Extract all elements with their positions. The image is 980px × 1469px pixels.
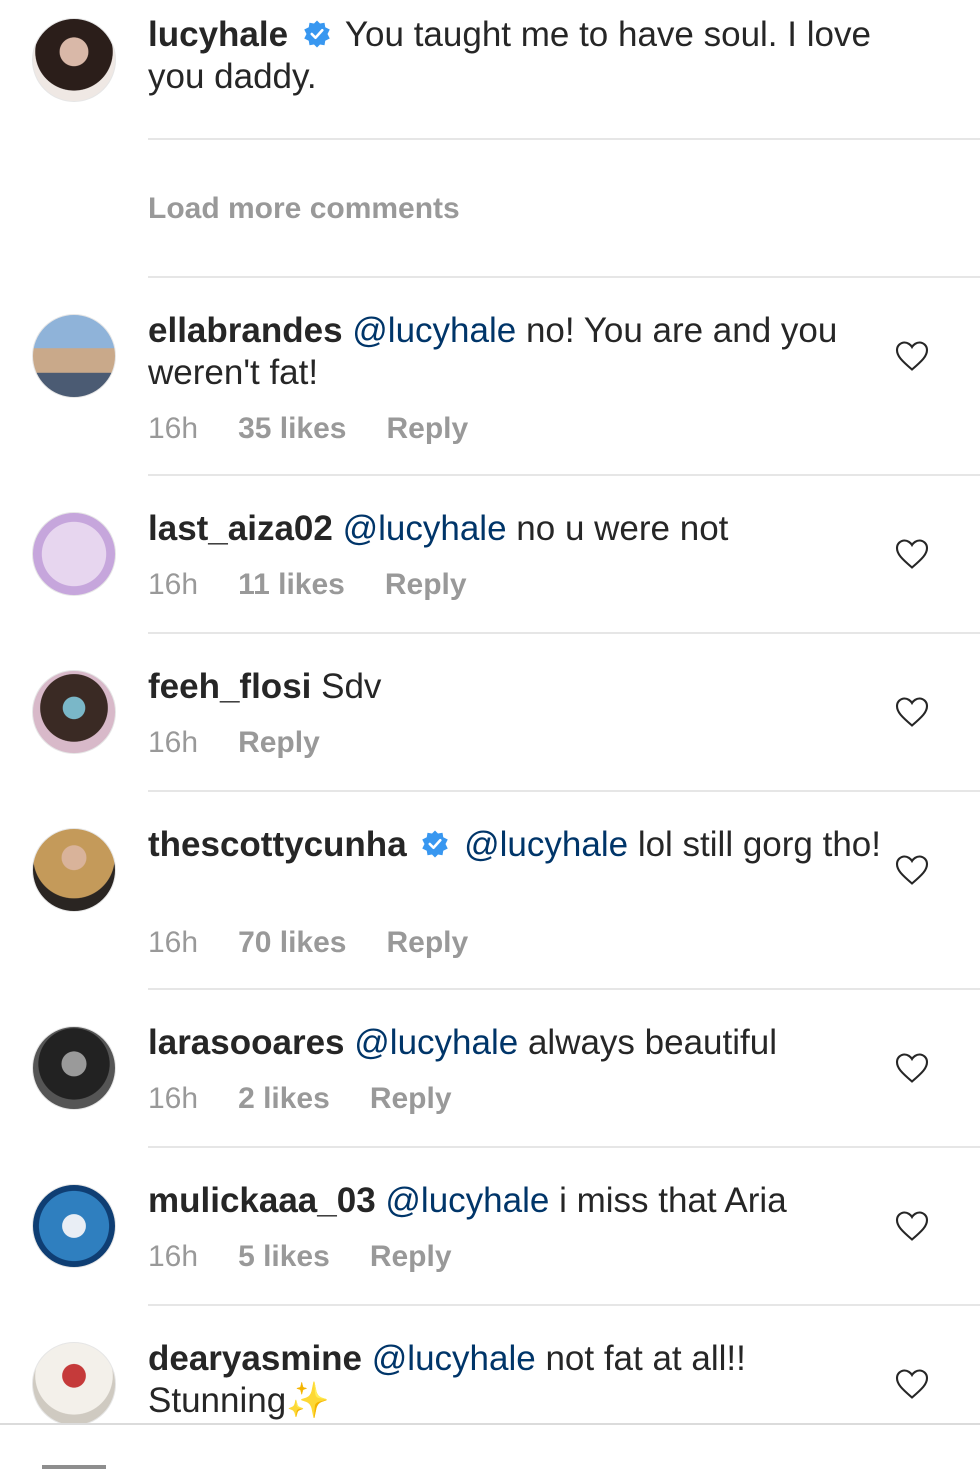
comment-meta: 16h 11 likes Reply	[148, 568, 507, 602]
comment-time: 16h	[148, 1240, 199, 1273]
comment-body: always beautiful	[527, 1023, 777, 1062]
comment-meta: 16h 35 likes Reply	[148, 412, 508, 446]
comment-likes[interactable]: 11 likes	[238, 568, 345, 601]
avatar[interactable]	[32, 314, 116, 398]
comment-likes[interactable]: 35 likes	[238, 412, 346, 445]
comment-meta: 16h 70 likes Reply	[148, 926, 508, 960]
comment-mention[interactable]: @lucyhale	[354, 1023, 518, 1062]
divider	[148, 632, 980, 634]
comment-username[interactable]: mulickaaa_03	[148, 1181, 376, 1220]
avatar[interactable]	[32, 828, 116, 912]
comment-time: 16h	[148, 1082, 199, 1115]
comment-text: ellabrandes @lucyhale no! You are and yo…	[148, 310, 910, 394]
reply-button[interactable]: Reply	[370, 1082, 452, 1115]
comment-text: thescottycunha @lucyhale lol still gorg …	[148, 824, 910, 866]
reply-button[interactable]: Reply	[387, 412, 469, 445]
comment-mention[interactable]: @lucyhale	[343, 509, 507, 548]
comment-mention[interactable]: @lucyhale	[372, 1339, 536, 1378]
comment-username[interactable]: larasooares	[148, 1023, 345, 1062]
comment-meta: 16h 2 likes Reply	[148, 1082, 492, 1116]
heart-icon[interactable]	[894, 852, 930, 888]
divider	[148, 790, 980, 792]
comment-mention[interactable]: @lucyhale	[464, 825, 628, 864]
comment-meta: 16h Reply	[148, 726, 360, 760]
avatar[interactable]	[32, 18, 116, 102]
comment-time: 16h	[148, 412, 199, 445]
heart-icon[interactable]	[894, 1050, 930, 1086]
heart-icon[interactable]	[894, 338, 930, 374]
divider	[148, 988, 980, 990]
comment-text: mulickaaa_03 @lucyhale i miss that Aria	[148, 1180, 910, 1222]
comments-list[interactable]: lucyhale You taught me to have soul. I l…	[0, 0, 980, 1423]
reply-button[interactable]: Reply	[370, 1240, 452, 1273]
comment-mention[interactable]: @lucyhale	[352, 311, 516, 350]
comment-text: larasooares @lucyhale always beautiful	[148, 1022, 910, 1064]
avatar[interactable]	[32, 512, 116, 596]
avatar[interactable]	[32, 1026, 116, 1110]
heart-icon[interactable]	[894, 536, 930, 572]
comment-time: 16h	[148, 568, 199, 601]
caption-text: lucyhale You taught me to have soul. I l…	[148, 14, 910, 98]
comment-time: 16h	[148, 926, 199, 959]
comment-text: dearyasmine @lucyhale not fat at all!! S…	[148, 1338, 910, 1422]
comment-meta: 16h 5 likes Reply	[148, 1240, 492, 1274]
divider	[148, 1146, 980, 1148]
reply-button[interactable]: Reply	[238, 726, 320, 759]
verified-badge-icon	[422, 830, 449, 858]
comment-likes[interactable]: 2 likes	[238, 1082, 330, 1115]
comment-username[interactable]: last_aiza02	[148, 509, 333, 548]
comment-username[interactable]: thescottycunha	[148, 825, 407, 864]
comment-body: i miss that Aria	[559, 1181, 787, 1220]
divider	[148, 1304, 980, 1306]
comment-body: no u were not	[516, 509, 729, 548]
verified-badge-icon	[304, 20, 330, 48]
reply-button[interactable]: Reply	[387, 926, 469, 959]
divider	[148, 474, 980, 476]
comment-likes[interactable]: 5 likes	[238, 1240, 330, 1273]
comment-mention[interactable]: @lucyhale	[385, 1181, 549, 1220]
comment-username[interactable]: dearyasmine	[148, 1339, 362, 1378]
bottom-bar	[0, 1423, 980, 1469]
comment-likes[interactable]: 70 likes	[238, 926, 346, 959]
comment-time: 16h	[148, 726, 199, 759]
divider	[148, 276, 980, 278]
load-more-comments-button[interactable]: Load more comments	[148, 192, 460, 226]
heart-icon[interactable]	[894, 1366, 930, 1402]
comment-body: lol still gorg tho!	[637, 825, 881, 864]
comment-username[interactable]: feeh_flosi	[148, 667, 311, 706]
comment-text: feeh_flosi Sdv	[148, 666, 910, 708]
comment-username[interactable]: ellabrandes	[148, 311, 343, 350]
avatar[interactable]	[32, 1184, 116, 1268]
heart-icon[interactable]	[894, 694, 930, 730]
caption-username[interactable]: lucyhale	[148, 15, 288, 54]
reply-button[interactable]: Reply	[385, 568, 467, 601]
divider	[148, 138, 980, 140]
heart-icon[interactable]	[894, 1208, 930, 1244]
avatar[interactable]	[32, 1342, 116, 1423]
avatar[interactable]	[32, 670, 116, 754]
comment-body: Sdv	[321, 667, 382, 706]
comment-text: last_aiza02 @lucyhale no u were not	[148, 508, 910, 550]
bottom-tab-indicator[interactable]	[42, 1465, 106, 1469]
